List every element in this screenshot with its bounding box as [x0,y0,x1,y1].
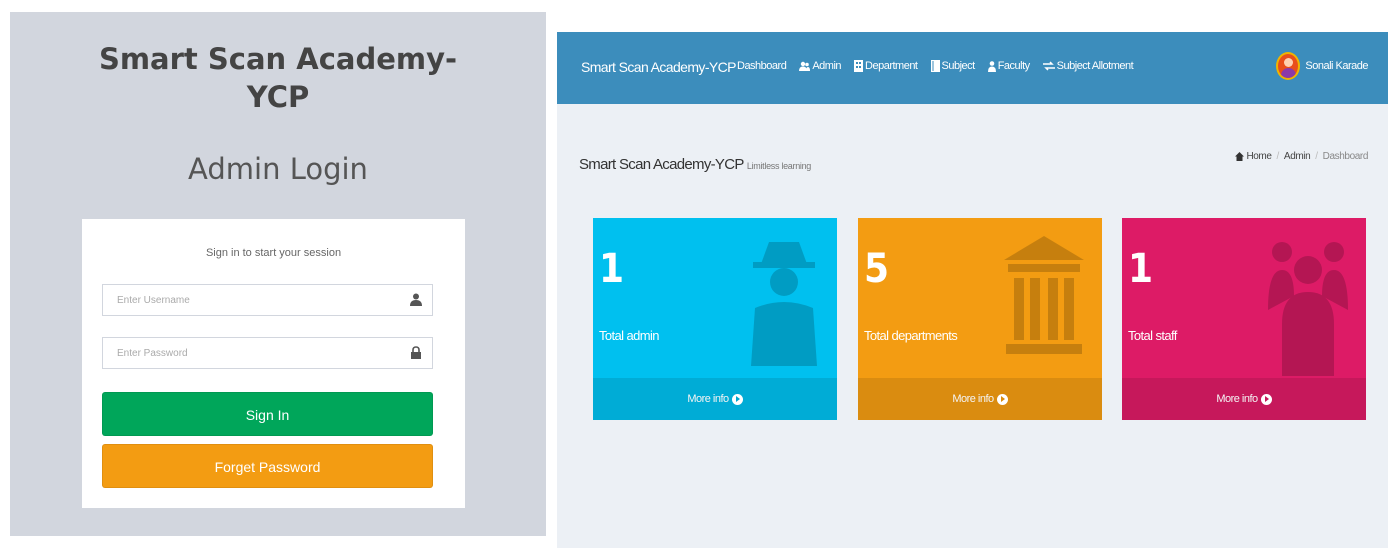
login-panel: Smart Scan Academy- YCP Admin Login Sign… [10,12,546,536]
university-icon [1004,236,1084,354]
exchange-icon [1042,61,1055,71]
nav-admin-label: Admin [812,60,842,72]
stat-box-admin: 1 Total admin More info [593,218,837,420]
stat-label: Total staff [1128,328,1177,343]
stat-value: 5 [864,246,890,292]
username-field[interactable] [102,284,433,316]
user-menu[interactable]: Sonali Karade [1276,52,1368,80]
login-box: Sign in to start your session Sign In Fo… [82,219,465,508]
main-nav: Dashboard Admin Department Subject Facul… [737,60,1146,72]
more-info-label: More info [1216,393,1258,405]
login-brand: Smart Scan Academy- YCP [10,40,546,116]
top-navbar: Smart Scan Academy-YCP Dashboard Admin D… [557,32,1388,104]
login-brand-line2: YCP [246,80,310,114]
stat-value: 1 [599,246,625,292]
home-icon [1235,152,1245,161]
login-brand-line1: Smart Scan Academy- [98,42,458,76]
more-info-label: More info [687,393,729,405]
stat-value: 1 [1128,246,1154,292]
avatar [1276,52,1301,80]
arrow-circle-right-icon [1260,393,1272,405]
password-field[interactable] [102,337,433,369]
nav-admin[interactable]: Admin [799,60,842,72]
lock-icon [411,346,421,359]
building-icon [854,60,864,72]
nav-dashboard[interactable]: Dashboard [737,60,787,72]
breadcrumb-home[interactable]: Home [1246,151,1271,162]
nav-subject[interactable]: Subject [930,60,976,72]
login-subtitle: Admin Login [188,152,368,186]
user-icon [987,60,996,72]
breadcrumb-separator: / [1276,151,1280,162]
more-info-link[interactable]: More info [593,378,837,420]
nav-subject-allotment[interactable]: Subject Allotment [1042,60,1134,72]
stat-label: Total departments [864,328,958,343]
breadcrumb-separator: / [1315,151,1318,162]
users-icon [799,61,811,71]
user-icon [410,293,422,306]
nav-faculty[interactable]: Faculty [987,60,1030,72]
user-name: Sonali Karade [1305,60,1368,72]
password-input[interactable] [115,338,399,368]
sign-in-button[interactable]: Sign In [102,392,433,436]
more-info-link[interactable]: More info [1122,378,1366,420]
breadcrumb-admin[interactable]: Admin [1284,151,1311,162]
nav-department-label: Department [865,60,918,72]
nav-subject-label: Subject [941,60,976,72]
navbar-brand[interactable]: Smart Scan Academy-YCP [581,59,736,75]
more-info-label: More info [952,393,994,405]
user-secret-icon [751,242,817,366]
arrow-circle-right-icon [731,393,743,405]
users-icon [1268,242,1348,376]
book-icon [930,60,940,72]
more-info-link[interactable]: More info [858,378,1102,420]
page-title: Smart Scan Academy-YCP [579,156,744,173]
stat-label: Total admin [599,328,659,343]
stat-box-staff: 1 Total staff More info [1122,218,1366,420]
nav-dashboard-label: Dashboard [737,60,787,72]
nav-faculty-label: Faculty [997,60,1030,72]
arrow-circle-right-icon [996,393,1008,405]
dashboard: Smart Scan Academy-YCP Dashboard Admin D… [557,32,1388,548]
page-tagline: Limitless learning [746,161,812,171]
nav-department[interactable]: Department [854,60,918,72]
login-message: Sign in to start your session [205,247,342,259]
breadcrumb: Home / Admin / Dashboard [1235,151,1368,162]
nav-subject-allotment-label: Subject Allotment [1056,60,1134,72]
username-input[interactable] [115,285,399,315]
stat-box-departments: 5 Total departments More info [858,218,1102,420]
breadcrumb-dashboard: Dashboard [1322,151,1369,162]
content-header: Smart Scan Academy-YCP Limitless learnin… [579,156,811,173]
forget-password-button[interactable]: Forget Password [102,444,433,488]
